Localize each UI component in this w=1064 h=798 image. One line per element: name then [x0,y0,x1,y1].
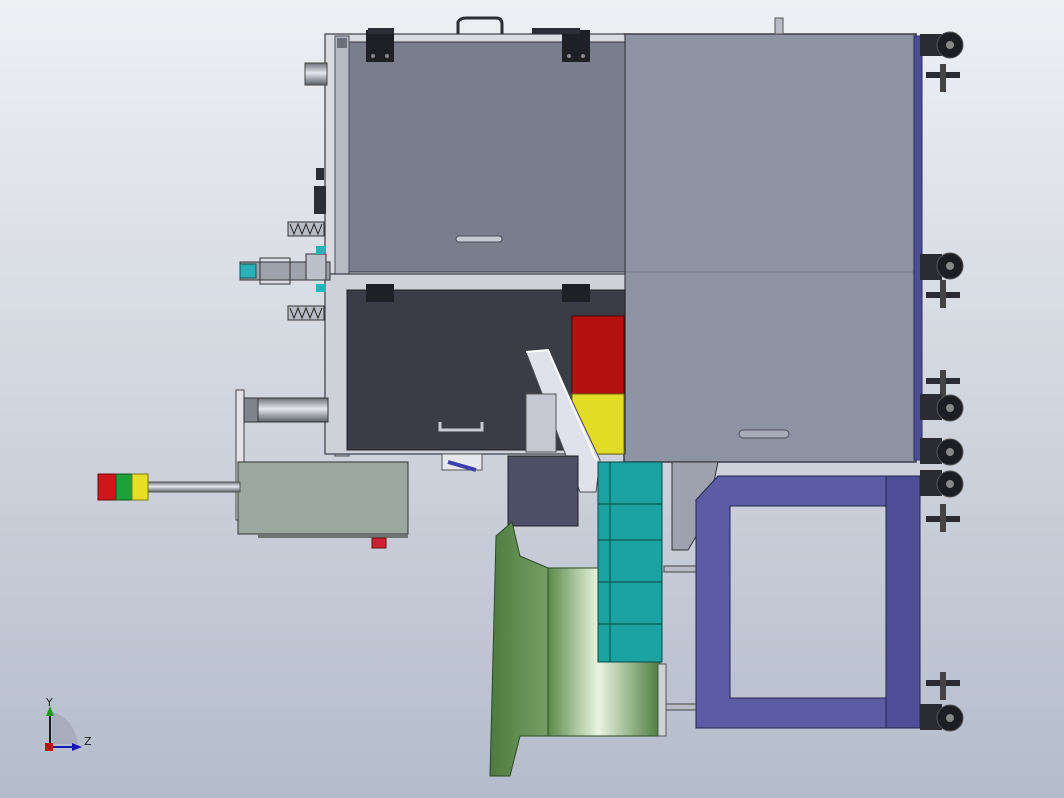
blue-frame [695,475,921,729]
leveling-foot [926,672,960,700]
z-axis-arrow [72,743,82,751]
caster-wheel [920,394,964,422]
caster-wheel [920,704,964,732]
signal-light-red [97,473,117,501]
signal-tower [97,473,149,501]
caster-wheel [920,470,964,498]
coordinate-triad [45,706,82,751]
leveling-foot [926,370,960,398]
y-axis-label: Y [46,696,53,709]
hinge [366,284,394,302]
casters [920,31,964,732]
caster-wheel [920,438,964,466]
left-fittings [235,62,331,521]
red-hopper [571,315,625,399]
leveling-foot [926,280,960,308]
top-fitting [774,17,784,35]
leveling-foot [926,504,960,532]
signal-light-yellow [131,473,149,501]
z-axis-label: Z [84,735,92,748]
caster-wheel [920,31,964,59]
hinge [562,284,590,302]
upper-drawer-handle [455,235,503,243]
side-panel [623,17,923,463]
panel-handle [738,429,790,439]
hinge [562,30,590,62]
assembly-model[interactable] [0,0,1064,798]
caster-wheel [920,252,964,280]
control-box [147,461,409,549]
signal-light-green [115,473,133,501]
hinge [366,30,394,62]
cad-viewport[interactable]: Y Z [0,0,1064,798]
teal-container [597,461,663,663]
leveling-foot [926,64,960,92]
